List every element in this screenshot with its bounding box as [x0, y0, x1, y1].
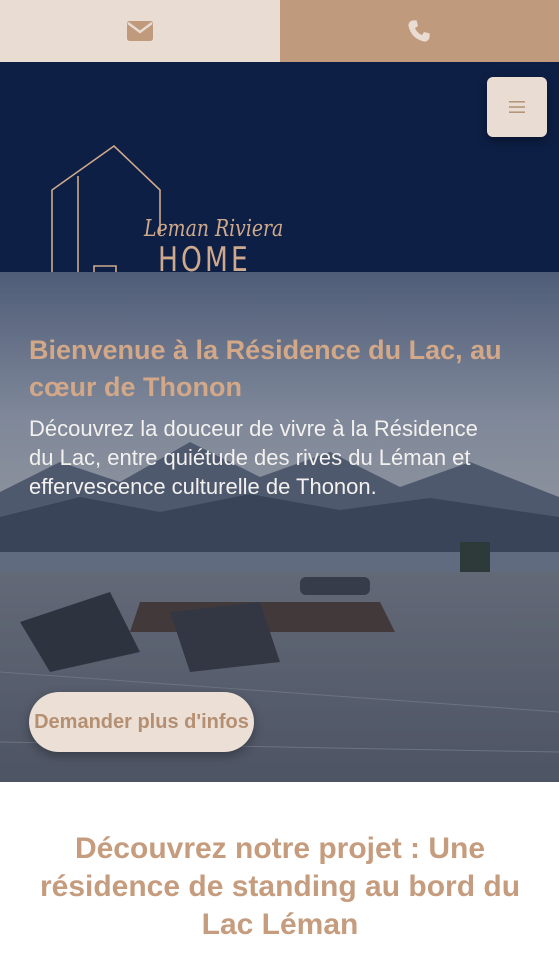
logo-script-text: Leman Riviera: [144, 216, 284, 242]
project-intro-section: Découvrez notre projet : Une résidence d…: [0, 782, 559, 960]
menu-toggle-button[interactable]: [487, 77, 547, 137]
hero-banner: Bienvenue à la Résidence du Lac, au cœur…: [0, 272, 559, 782]
hero-title: Bienvenue à la Résidence du Lac, au cœur…: [29, 335, 502, 402]
contact-bar: [0, 0, 559, 62]
envelope-icon: [126, 21, 153, 41]
hamburger-icon: [509, 101, 525, 113]
phone-link[interactable]: [279, 0, 559, 62]
email-link[interactable]: [0, 0, 280, 62]
hero-description: Découvrez la douceur de vivre à la Résid…: [29, 416, 478, 499]
project-section-title: Découvrez notre projet : Une résidence d…: [39, 832, 521, 941]
phone-icon: [408, 20, 431, 42]
request-info-button[interactable]: Demander plus d'infos: [29, 692, 254, 752]
site-header: Leman Riviera HOME: [0, 62, 559, 305]
